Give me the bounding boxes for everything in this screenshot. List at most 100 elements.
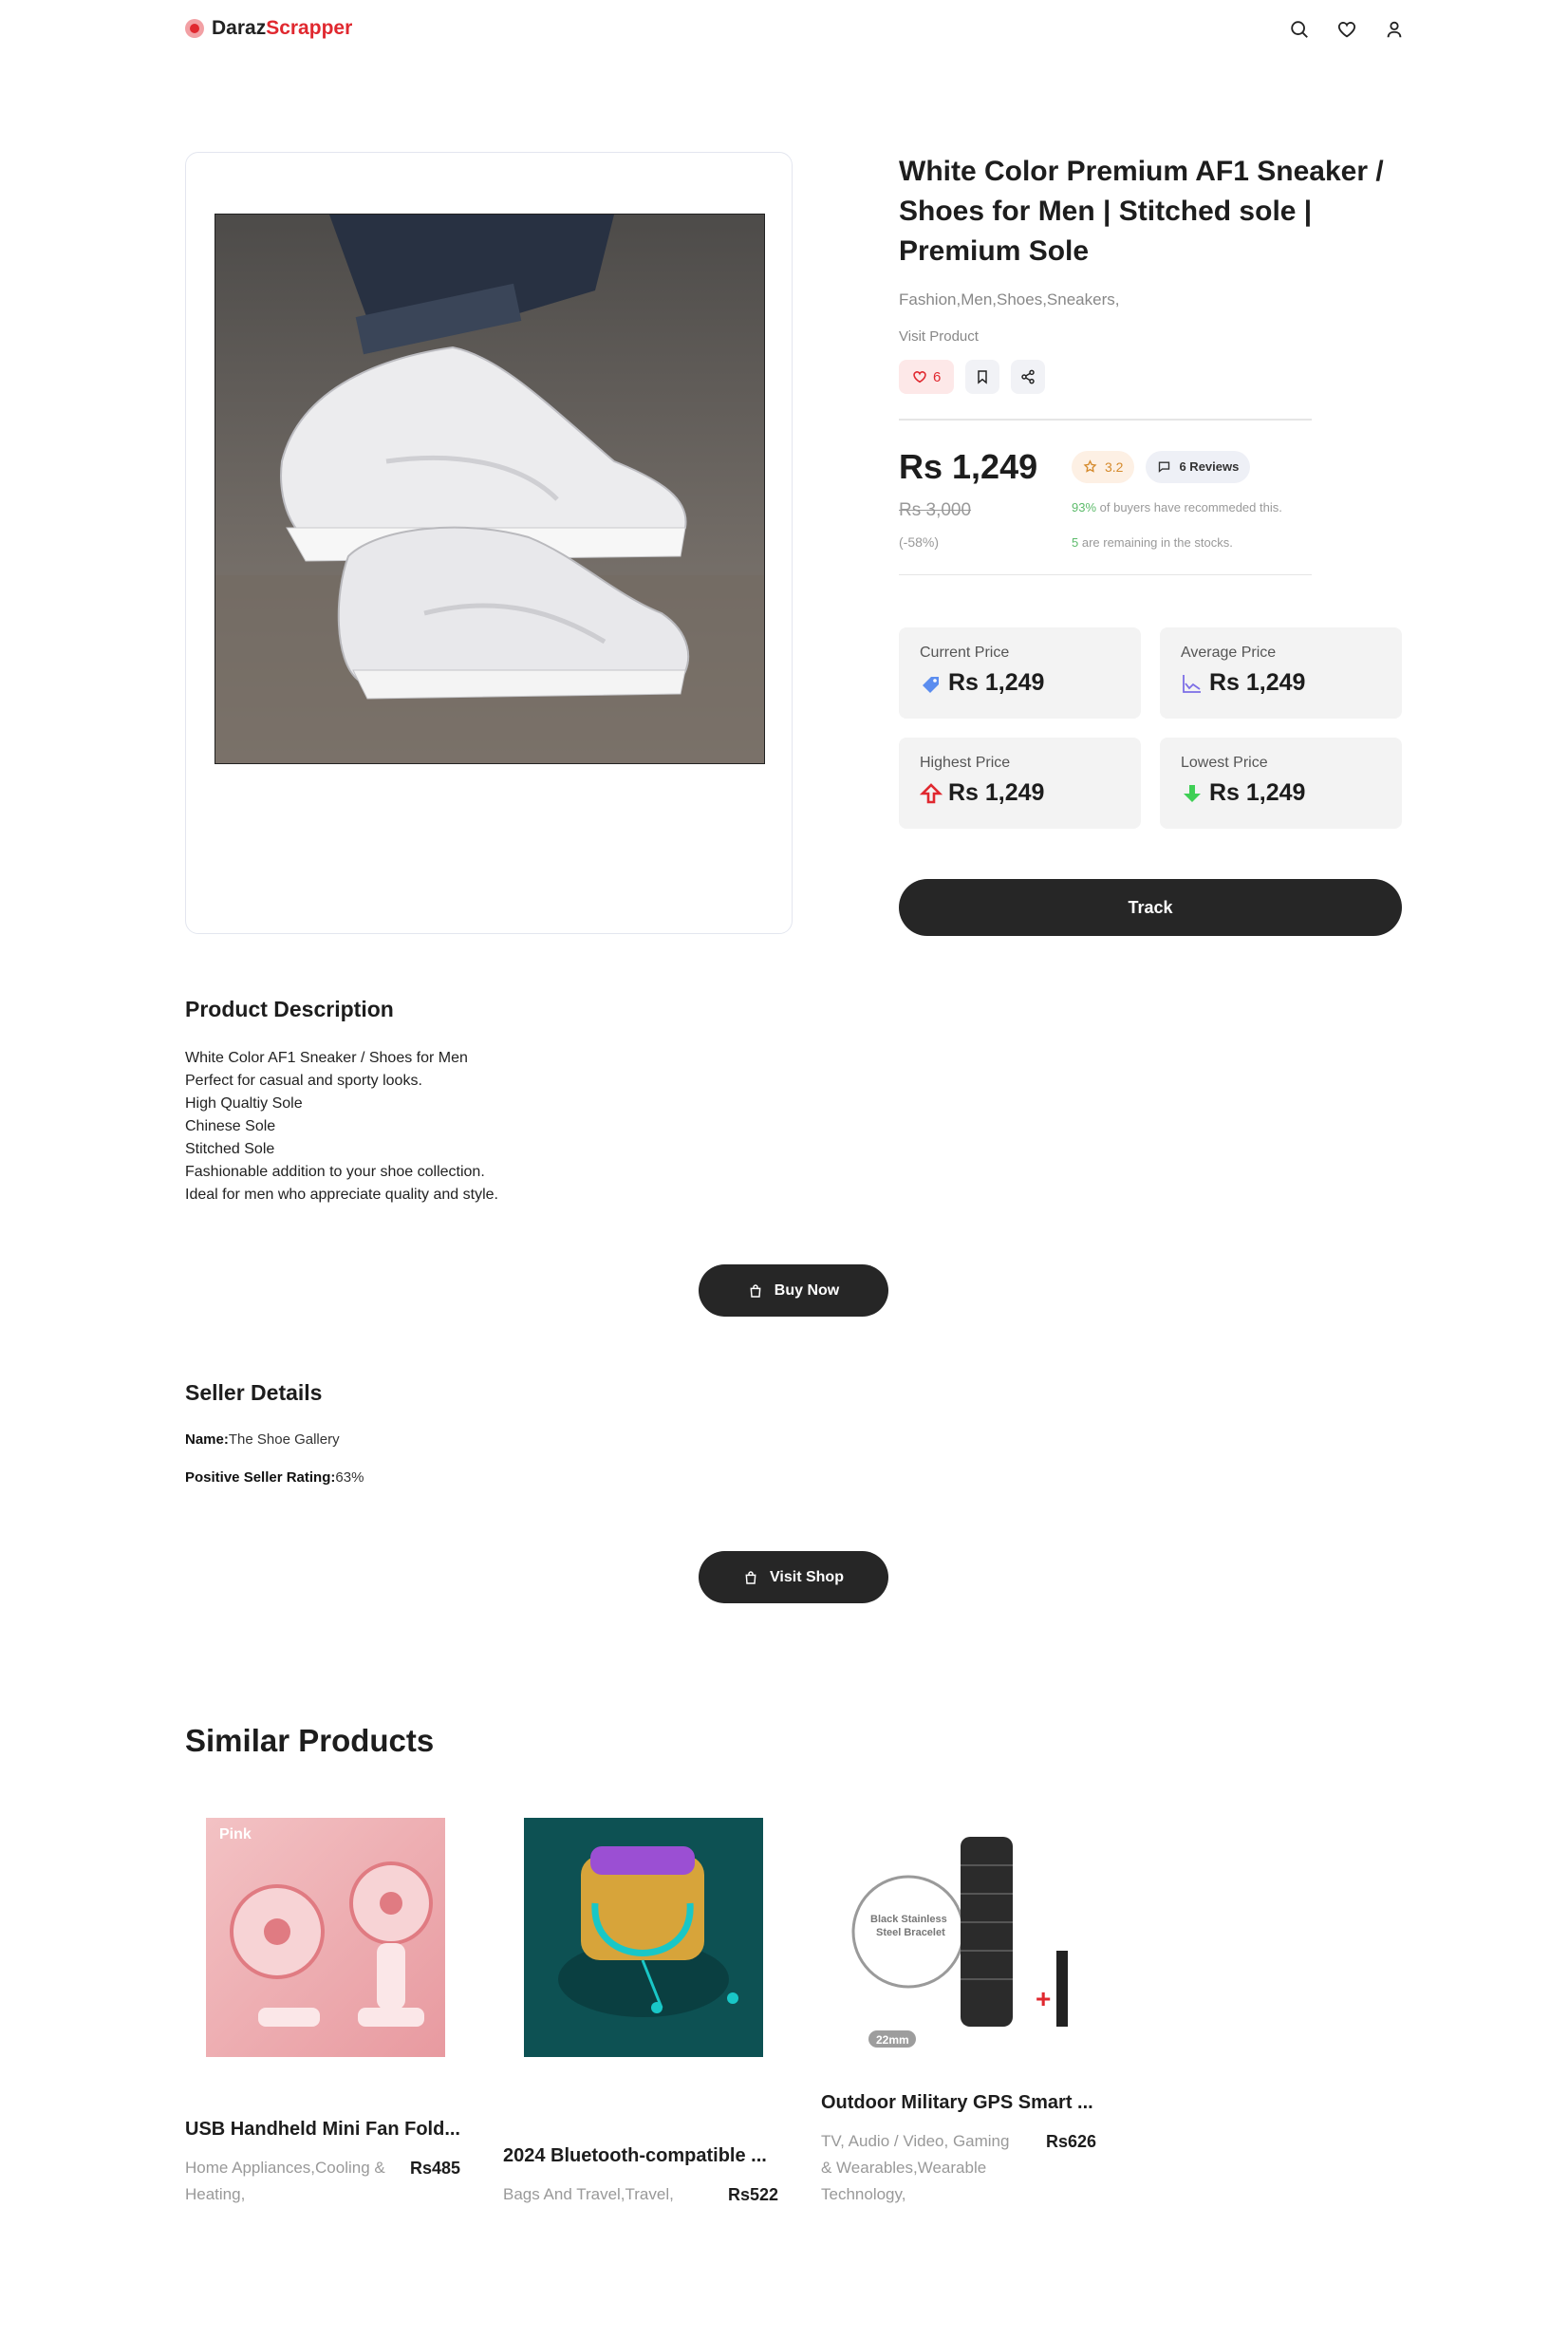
heart-icon[interactable]	[1335, 17, 1359, 42]
svg-text:22mm: 22mm	[876, 2033, 909, 2047]
description-line: White Color AF1 Sneaker / Shoes for Men	[185, 1050, 468, 1066]
product-image[interactable]	[215, 214, 765, 764]
description-line: Ideal for men who appreciate quality and…	[185, 1187, 498, 1203]
shopping-bag-icon	[750, 1283, 761, 1298]
stat-value: Rs 1,249	[1209, 779, 1306, 806]
price-block: Rs 1,249 Rs 3,000 (-58%) 3.2 6 Reviews 9…	[899, 447, 1411, 550]
current-price-card: Current Price Rs 1,249	[899, 627, 1141, 719]
product-card-image[interactable]	[524, 1818, 763, 2057]
product-title: White Color Premium AF1 Sneaker / Shoes …	[899, 156, 1384, 267]
stat-label: Current Price	[920, 645, 1010, 661]
product-card-price: Rs626	[1046, 2132, 1097, 2151]
product-card-category: TV, Audio / Video, Gaming & Wearables,We…	[821, 2128, 1044, 2208]
price-stats: Current Price Rs 1,249 Average Price Rs …	[899, 627, 1402, 829]
product-card-name[interactable]: 2024 Bluetooth-compatible ...	[503, 2145, 767, 2167]
price-tag-icon	[923, 676, 939, 693]
like-button[interactable]: 6	[899, 360, 955, 394]
visit-shop-button[interactable]: Visit Shop	[699, 1551, 888, 1603]
header-icons	[1287, 17, 1407, 42]
product-card-category: Bags And Travel,Travel,	[503, 2181, 726, 2208]
discount: (-58%)	[899, 533, 940, 550]
recommend-label: of buyers have recommeded this.	[1096, 499, 1282, 514]
product-card-name[interactable]: Outdoor Military GPS Smart ...	[821, 2092, 1093, 2114]
similar-products-heading: Similar Products	[185, 1723, 435, 1758]
shopping-bag-icon	[745, 1570, 756, 1584]
action-buttons: 6	[899, 360, 1411, 394]
description-line: Perfect for casual and sporty looks.	[185, 1073, 422, 1089]
old-price: Rs 3,000	[899, 499, 972, 520]
divider	[899, 573, 1312, 575]
brand-name-part1: Daraz	[212, 17, 267, 39]
category-line: & Wearables,Wearable	[821, 2159, 987, 2177]
logo-icon	[185, 19, 204, 38]
average-price-card: Average Price Rs 1,249	[1160, 627, 1402, 719]
divider	[899, 419, 1312, 421]
product-card-image[interactable]: Pink	[206, 1818, 445, 2057]
rating-value: 3.2	[1105, 458, 1124, 475]
user-icon[interactable]	[1382, 17, 1407, 42]
stat-value: Rs 1,249	[948, 779, 1045, 806]
stat-label: Lowest Price	[1181, 755, 1268, 771]
highest-price-card: Highest Price Rs 1,249	[899, 738, 1141, 829]
product-info: White Color Premium AF1 Sneaker / Shoes …	[899, 152, 1411, 575]
seller-rating: Positive Seller Rating:63%	[185, 1469, 364, 1486]
recommend-text: 93% of buyers have recommeded this.	[1072, 500, 1282, 514]
category-line: Bags And Travel,Travel,	[503, 2185, 674, 2203]
stock-label: are remaining in the stocks.	[1078, 534, 1233, 550]
rating-badge: 3.2	[1072, 450, 1135, 483]
product-card-name[interactable]: USB Handheld Mini Fan Fold...	[185, 2119, 460, 2141]
product-card-price: Rs485	[410, 2159, 461, 2178]
reviews-badge[interactable]: 6 Reviews	[1146, 450, 1251, 483]
visit-shop-label: Visit Shop	[770, 1568, 844, 1585]
stat-label: Highest Price	[920, 755, 1011, 771]
stat-value: Rs 1,249	[1209, 669, 1306, 696]
description-heading: Product Description	[185, 997, 394, 1021]
track-button[interactable]: Track	[899, 879, 1402, 936]
visit-product-link[interactable]: Visit Product	[899, 328, 1411, 345]
svg-text:Black Stainless: Black Stainless	[870, 1914, 947, 1925]
arrow-up-icon	[920, 782, 943, 803]
buy-now-button[interactable]: Buy Now	[699, 1264, 888, 1317]
share-button[interactable]	[1011, 360, 1046, 394]
bookmark-icon	[978, 370, 988, 384]
product-card-category: Home Appliances,Cooling & Heating,	[185, 2155, 408, 2208]
star-icon	[1083, 459, 1097, 473]
category-line: Home Appliances,Cooling &	[185, 2159, 385, 2177]
category-line: Heating,	[185, 2185, 246, 2203]
search-icon[interactable]	[1287, 17, 1312, 42]
heart-icon	[913, 371, 926, 383]
product-card-price: Rs522	[728, 2185, 779, 2204]
logo[interactable]: DarazScrapper	[185, 17, 352, 40]
category-line: Technology,	[821, 2185, 906, 2203]
chart-icon	[1183, 674, 1201, 693]
description-line: Stitched Sole	[185, 1141, 275, 1157]
share-icon	[1021, 369, 1036, 384]
seller-name-label: Name:	[185, 1431, 229, 1448]
site-header: DarazScrapper	[0, 0, 1568, 61]
bookmark-button[interactable]	[965, 360, 1000, 394]
fan-image-label: Pink	[219, 1826, 252, 1842]
current-price: Rs 1,249	[899, 446, 1038, 486]
product-card-image[interactable]: Black Stainless Steel Bracelet + 22mm	[842, 1818, 1081, 2057]
stat-label: Average Price	[1181, 645, 1277, 661]
product-image-card	[185, 152, 793, 934]
seller-name: Name:The Shoe Gallery	[185, 1431, 340, 1448]
seller-heading: Seller Details	[185, 1380, 323, 1405]
like-count: 6	[933, 368, 942, 385]
lowest-price-card: Lowest Price Rs 1,249	[1160, 738, 1402, 829]
stock-text: 5 are remaining in the stocks.	[1072, 535, 1282, 550]
description-line: High Qualtiy Sole	[185, 1095, 303, 1112]
recommend-percent: 93%	[1072, 499, 1097, 514]
category-line: TV, Audio / Video, Gaming	[821, 2132, 1010, 2150]
stat-value: Rs 1,249	[948, 669, 1045, 696]
svg-text:Steel Bracelet: Steel Bracelet	[876, 1927, 945, 1938]
seller-rating-label: Positive Seller Rating:	[185, 1469, 336, 1486]
svg-text:+: +	[1036, 1984, 1051, 2013]
description-line: Fashionable addition to your shoe collec…	[185, 1164, 485, 1180]
description-line: Chinese Sole	[185, 1118, 276, 1134]
buy-now-label: Buy Now	[774, 1281, 840, 1299]
arrow-down-icon	[1184, 784, 1201, 802]
chat-icon	[1159, 461, 1170, 473]
product-categories: Fashion,Men,Shoes,Sneakers,	[899, 290, 1120, 309]
product-description: White Color AF1 Sneaker / Shoes for Men …	[185, 1047, 498, 1206]
